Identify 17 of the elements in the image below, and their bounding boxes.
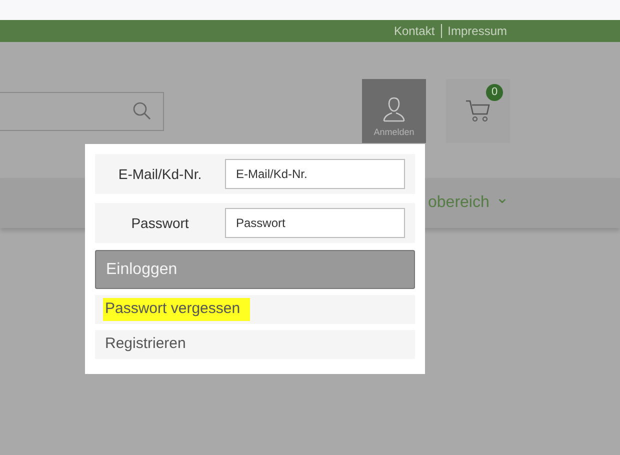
top-link[interactable]: Impressum <box>448 22 507 40</box>
top-link[interactable]: Kontakt <box>394 22 435 40</box>
cart-button[interactable] <box>446 79 510 143</box>
cart-icon <box>465 99 491 123</box>
field-label: Passwort <box>130 214 190 232</box>
account-button[interactable]: Anmelden <box>362 79 426 143</box>
search-icon <box>133 102 151 120</box>
account-label: Anmelden <box>374 126 414 138</box>
input-field[interactable]: E-Mail/Kd-Nr. <box>225 159 405 189</box>
popup-link[interactable]: Passwort vergessen <box>103 298 250 321</box>
input-field[interactable]: Passwort <box>225 208 405 238</box>
search-field[interactable] <box>0 92 164 131</box>
login-button[interactable]: Einloggen <box>95 250 415 289</box>
field-label: E-Mail/Kd-Nr. <box>117 164 203 184</box>
user-icon <box>382 96 406 122</box>
chevron-icon: ⌄ <box>495 191 508 207</box>
nav-item[interactable]: obereich <box>428 191 490 215</box>
